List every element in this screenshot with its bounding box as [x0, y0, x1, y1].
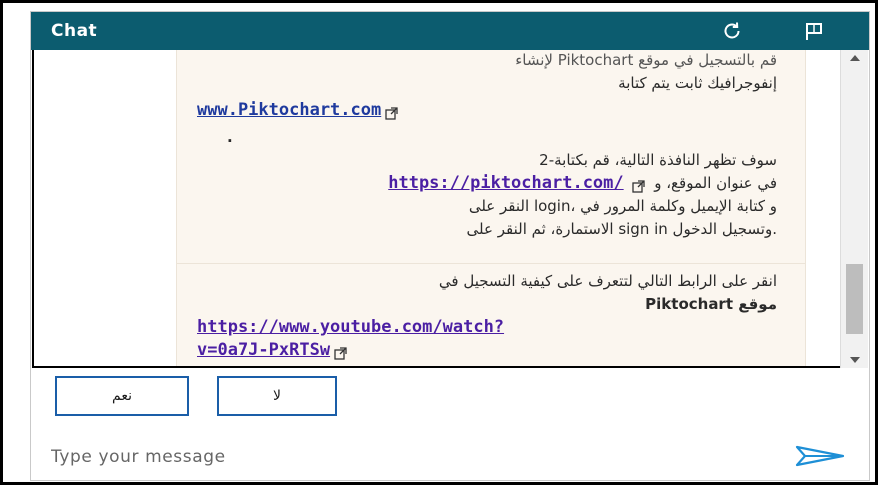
- bot-message: انقر على الرابط التالي لتتعرف على كيفية …: [176, 263, 806, 366]
- message-text: قم بالتسجيل في موقع Piktochart لإنشاء: [515, 51, 777, 69]
- message-scrollbar[interactable]: [840, 50, 868, 368]
- chat-title: Chat: [51, 21, 98, 41]
- chat-panel: Chat قم بالتسجيل في موقع Piktochart لإنش…: [30, 11, 870, 481]
- external-link-icon: [632, 177, 646, 193]
- bot-message: قم بالتسجيل في موقع Piktochart لإنشاء إن…: [176, 50, 806, 270]
- message-text: موقع Piktochart: [645, 295, 777, 313]
- message-input[interactable]: [49, 442, 773, 472]
- message-text: إنفوجرافيك ثابت يتم كتابة: [618, 74, 777, 92]
- message-text: سوف تظهر النافذة التالية، قم بكتابة-2: [539, 151, 777, 169]
- external-link-icon: [334, 344, 347, 360]
- quick-replies: نعم لا: [31, 368, 869, 433]
- message-text: و كتابة الإيميل وكلمة المرور في ،login ا…: [468, 197, 777, 215]
- external-link-icon: [385, 104, 398, 120]
- refresh-icon[interactable]: [719, 19, 745, 43]
- message-text: في عنوان الموقع، و: [654, 174, 777, 192]
- message-composer: [31, 432, 869, 480]
- link-row: www.Piktochart.com: [197, 99, 777, 122]
- flag-icon[interactable]: [801, 19, 827, 43]
- message-text: .وتسجيل الدخول sign in الاستمارة، ثم الن…: [466, 220, 777, 238]
- message-text-row: في عنوان الموقع، و https://piktochart.co…: [197, 172, 777, 195]
- send-icon[interactable]: [793, 444, 847, 468]
- screenshot-frame: Chat قم بالتسجيل في موقع Piktochart لإنش…: [0, 0, 878, 485]
- scroll-down-arrow-icon[interactable]: [841, 352, 868, 368]
- message-text: .: [227, 128, 233, 146]
- chat-header: Chat: [31, 12, 869, 50]
- message-text: انقر على الرابط التالي لتتعرف على كيفية …: [438, 272, 777, 290]
- youtube-link[interactable]: https://www.youtube.com/watch?: [197, 317, 504, 337]
- link-row: https://www.youtube.com/watch?: [197, 316, 777, 339]
- message-list[interactable]: قم بالتسجيل في موقع Piktochart لإنشاء إن…: [32, 50, 840, 368]
- youtube-link[interactable]: v=0a7J-PxRTSw: [197, 340, 330, 360]
- scroll-up-arrow-icon[interactable]: [841, 50, 868, 66]
- piktochart-link[interactable]: www.Piktochart.com: [197, 100, 381, 120]
- yes-button[interactable]: نعم: [55, 376, 189, 416]
- scrollbar-thumb[interactable]: [846, 264, 863, 334]
- link-row: v=0a7J-PxRTSw: [197, 339, 777, 362]
- no-button[interactable]: لا: [217, 376, 337, 416]
- piktochart-link[interactable]: https://piktochart.com/: [388, 173, 623, 193]
